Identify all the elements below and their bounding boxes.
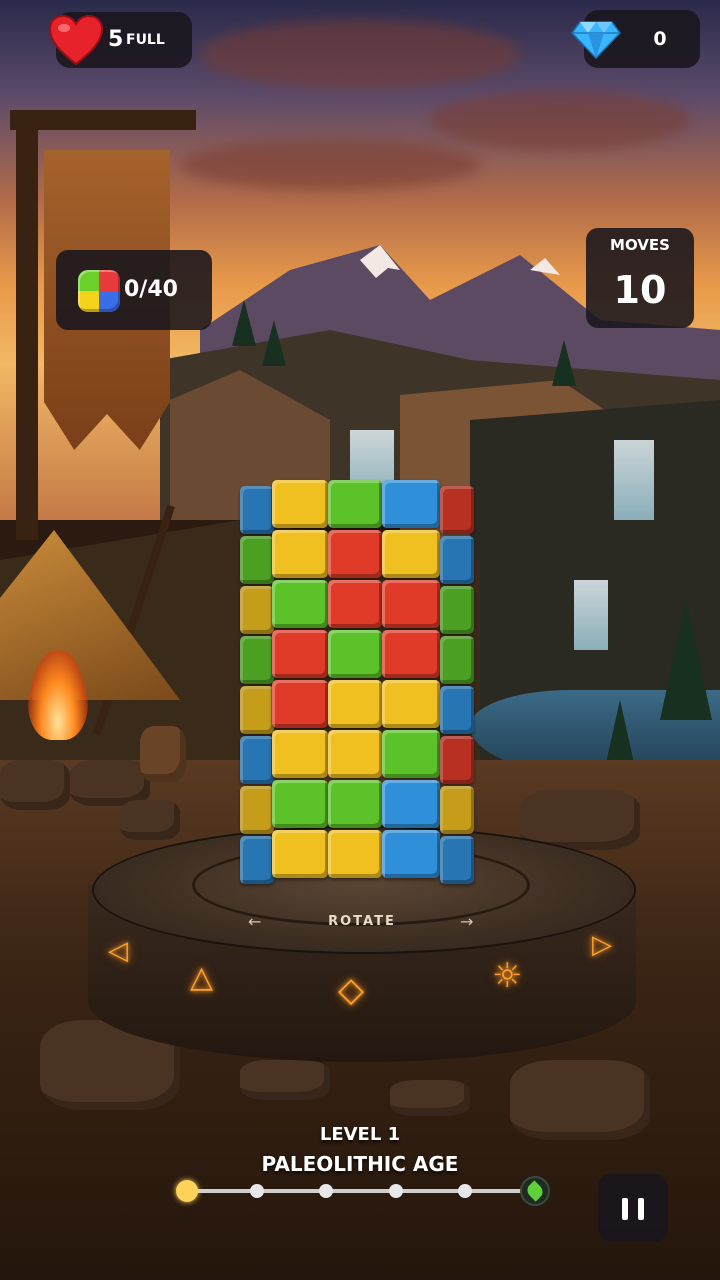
tower-block[interactable] bbox=[240, 586, 274, 634]
heart-icon bbox=[48, 14, 104, 66]
rune-arrow-icon: ▷ bbox=[592, 930, 612, 960]
tower-block[interactable] bbox=[328, 480, 382, 528]
tower-block[interactable] bbox=[382, 530, 440, 578]
tower-block[interactable] bbox=[272, 580, 328, 628]
tower-block[interactable] bbox=[440, 536, 474, 584]
tower-block[interactable] bbox=[240, 536, 274, 584]
multicolor-block-icon bbox=[78, 270, 120, 312]
block-tower[interactable] bbox=[240, 480, 474, 900]
rock bbox=[240, 1060, 330, 1100]
tower-block[interactable] bbox=[440, 836, 474, 884]
tower-block[interactable] bbox=[328, 530, 382, 578]
moves-value: 10 bbox=[613, 268, 667, 312]
tower-block[interactable] bbox=[382, 630, 440, 678]
waterfall bbox=[614, 440, 654, 520]
rune-triangle-icon: △ bbox=[190, 960, 214, 995]
tower-block[interactable] bbox=[240, 736, 274, 784]
progress-dot bbox=[249, 1184, 264, 1198]
tower-block[interactable] bbox=[240, 486, 274, 534]
rotate-label: ROTATE bbox=[328, 914, 396, 929]
campfire bbox=[28, 650, 88, 740]
tower-block[interactable] bbox=[328, 580, 382, 628]
tower-block[interactable] bbox=[328, 830, 382, 878]
tower-block[interactable] bbox=[382, 680, 440, 728]
tower-block[interactable] bbox=[272, 830, 328, 878]
tower-block[interactable] bbox=[272, 480, 328, 528]
level-progress-track bbox=[186, 1189, 534, 1193]
waterfall bbox=[574, 580, 608, 650]
tower-block[interactable] bbox=[272, 630, 328, 678]
tower-block[interactable] bbox=[240, 836, 274, 884]
level-label: LEVEL 1 bbox=[319, 1124, 401, 1145]
pause-button[interactable] bbox=[598, 1174, 668, 1242]
tower-block[interactable] bbox=[328, 630, 382, 678]
tower-block[interactable] bbox=[440, 736, 474, 784]
goal-counter: 0/40 bbox=[124, 277, 178, 302]
tower-block[interactable] bbox=[272, 530, 328, 578]
moves-label: MOVES bbox=[610, 236, 670, 254]
tower-block[interactable] bbox=[240, 686, 274, 734]
lives-count: 5 bbox=[108, 27, 124, 52]
pause-icon bbox=[622, 1198, 628, 1220]
tower-block[interactable] bbox=[440, 636, 474, 684]
lives-status: FULL bbox=[126, 32, 165, 48]
wooden-pole bbox=[16, 120, 38, 540]
rock bbox=[510, 1060, 650, 1140]
rotate-right-arrow-icon[interactable]: → bbox=[460, 912, 473, 931]
tower-block[interactable] bbox=[382, 480, 440, 528]
tower-block[interactable] bbox=[382, 830, 440, 878]
pine-tree bbox=[262, 320, 286, 366]
pine-tree bbox=[660, 600, 712, 720]
tower-block[interactable] bbox=[272, 680, 328, 728]
rune-diamond-icon: ◇ bbox=[338, 970, 365, 1010]
tower-block[interactable] bbox=[440, 486, 474, 534]
age-label: PALEOLITHIC AGE bbox=[261, 1152, 459, 1176]
pause-icon bbox=[638, 1198, 644, 1220]
progress-current-marker bbox=[176, 1180, 198, 1202]
diamond-icon bbox=[571, 21, 621, 60]
tower-block[interactable] bbox=[382, 580, 440, 628]
pine-tree bbox=[232, 300, 256, 346]
rock bbox=[0, 760, 70, 810]
tower-block[interactable] bbox=[328, 780, 382, 828]
tower-block[interactable] bbox=[240, 786, 274, 834]
tower-block[interactable] bbox=[328, 680, 382, 728]
progress-dot bbox=[388, 1184, 403, 1198]
rune-arrow-icon: ◁ bbox=[108, 936, 128, 966]
tower-block[interactable] bbox=[440, 586, 474, 634]
pine-tree bbox=[552, 340, 576, 386]
wooden-crossbar bbox=[10, 110, 196, 130]
tower-block[interactable] bbox=[440, 786, 474, 834]
tower-block[interactable] bbox=[440, 686, 474, 734]
tower-block[interactable] bbox=[328, 730, 382, 778]
rock bbox=[390, 1080, 470, 1116]
tower-block[interactable] bbox=[382, 780, 440, 828]
tower-block[interactable] bbox=[272, 780, 328, 828]
tower-block[interactable] bbox=[240, 636, 274, 684]
tower-block[interactable] bbox=[382, 730, 440, 778]
tower-block[interactable] bbox=[272, 730, 328, 778]
gem-count: 0 bbox=[653, 28, 667, 50]
rune-sun-icon: ☼ bbox=[492, 956, 523, 996]
wooden-barrel bbox=[140, 726, 186, 782]
